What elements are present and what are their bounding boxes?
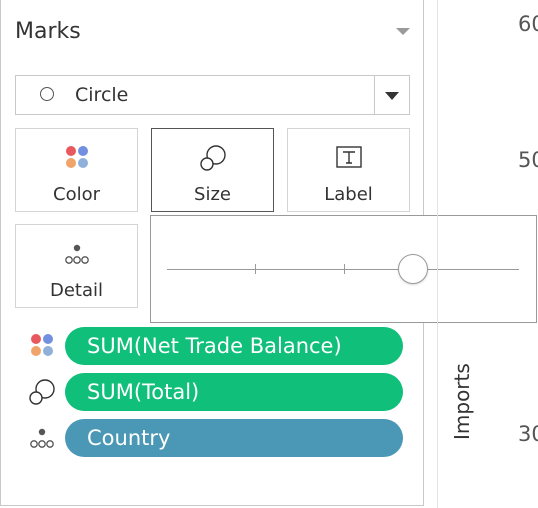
tableau-workspace: Marks Circle Color Size Label Detail SUM… [0,0,538,508]
label-tile[interactable]: Label [287,128,410,212]
detail-dots-icon [64,244,89,264]
axis-tick-label: 50 [518,148,538,172]
mark-type-label: Circle [75,84,129,106]
field-pill-total[interactable]: SUM(Total) [65,373,403,411]
y-axis-title: Imports [450,363,474,440]
text-label-icon [335,146,362,168]
size-slider-popup [150,215,537,323]
axis-tick-label: 60 [518,12,538,36]
detail-tile[interactable]: Detail [15,224,138,308]
mark-type-dropdown[interactable]: Circle [15,75,410,115]
detail-dots-icon [30,428,54,448]
marks-card-title: Marks [15,19,81,44]
slider-tick [344,264,345,274]
color-tile-label: Color [53,184,100,205]
field-pill-net-trade-balance[interactable]: SUM(Net Trade Balance) [65,327,403,365]
detail-pill-row: Country [1,419,425,457]
axis-tick-label: 30 [518,422,538,446]
circle-icon [40,87,54,101]
size-circles-icon [29,379,55,405]
color-tile[interactable]: Color [15,128,138,212]
field-pill-country[interactable]: Country [65,419,403,457]
chevron-down-icon[interactable] [385,92,399,100]
size-tile[interactable]: Size [151,128,274,212]
color-pill-row: SUM(Net Trade Balance) [1,327,425,365]
slider-tick [255,264,256,274]
size-pill-row: SUM(Total) [1,373,425,411]
size-tile-label: Size [194,184,231,205]
marks-card-menu-icon[interactable] [396,28,410,35]
detail-tile-label: Detail [49,280,104,301]
color-dots-icon [31,334,53,356]
size-circles-icon [199,145,226,171]
dropdown-divider [374,76,375,114]
color-dots-icon [65,146,88,168]
label-tile-label: Label [324,184,373,205]
size-slider-thumb[interactable] [398,254,429,284]
view-separator [437,0,438,508]
size-slider-track[interactable] [167,269,519,270]
